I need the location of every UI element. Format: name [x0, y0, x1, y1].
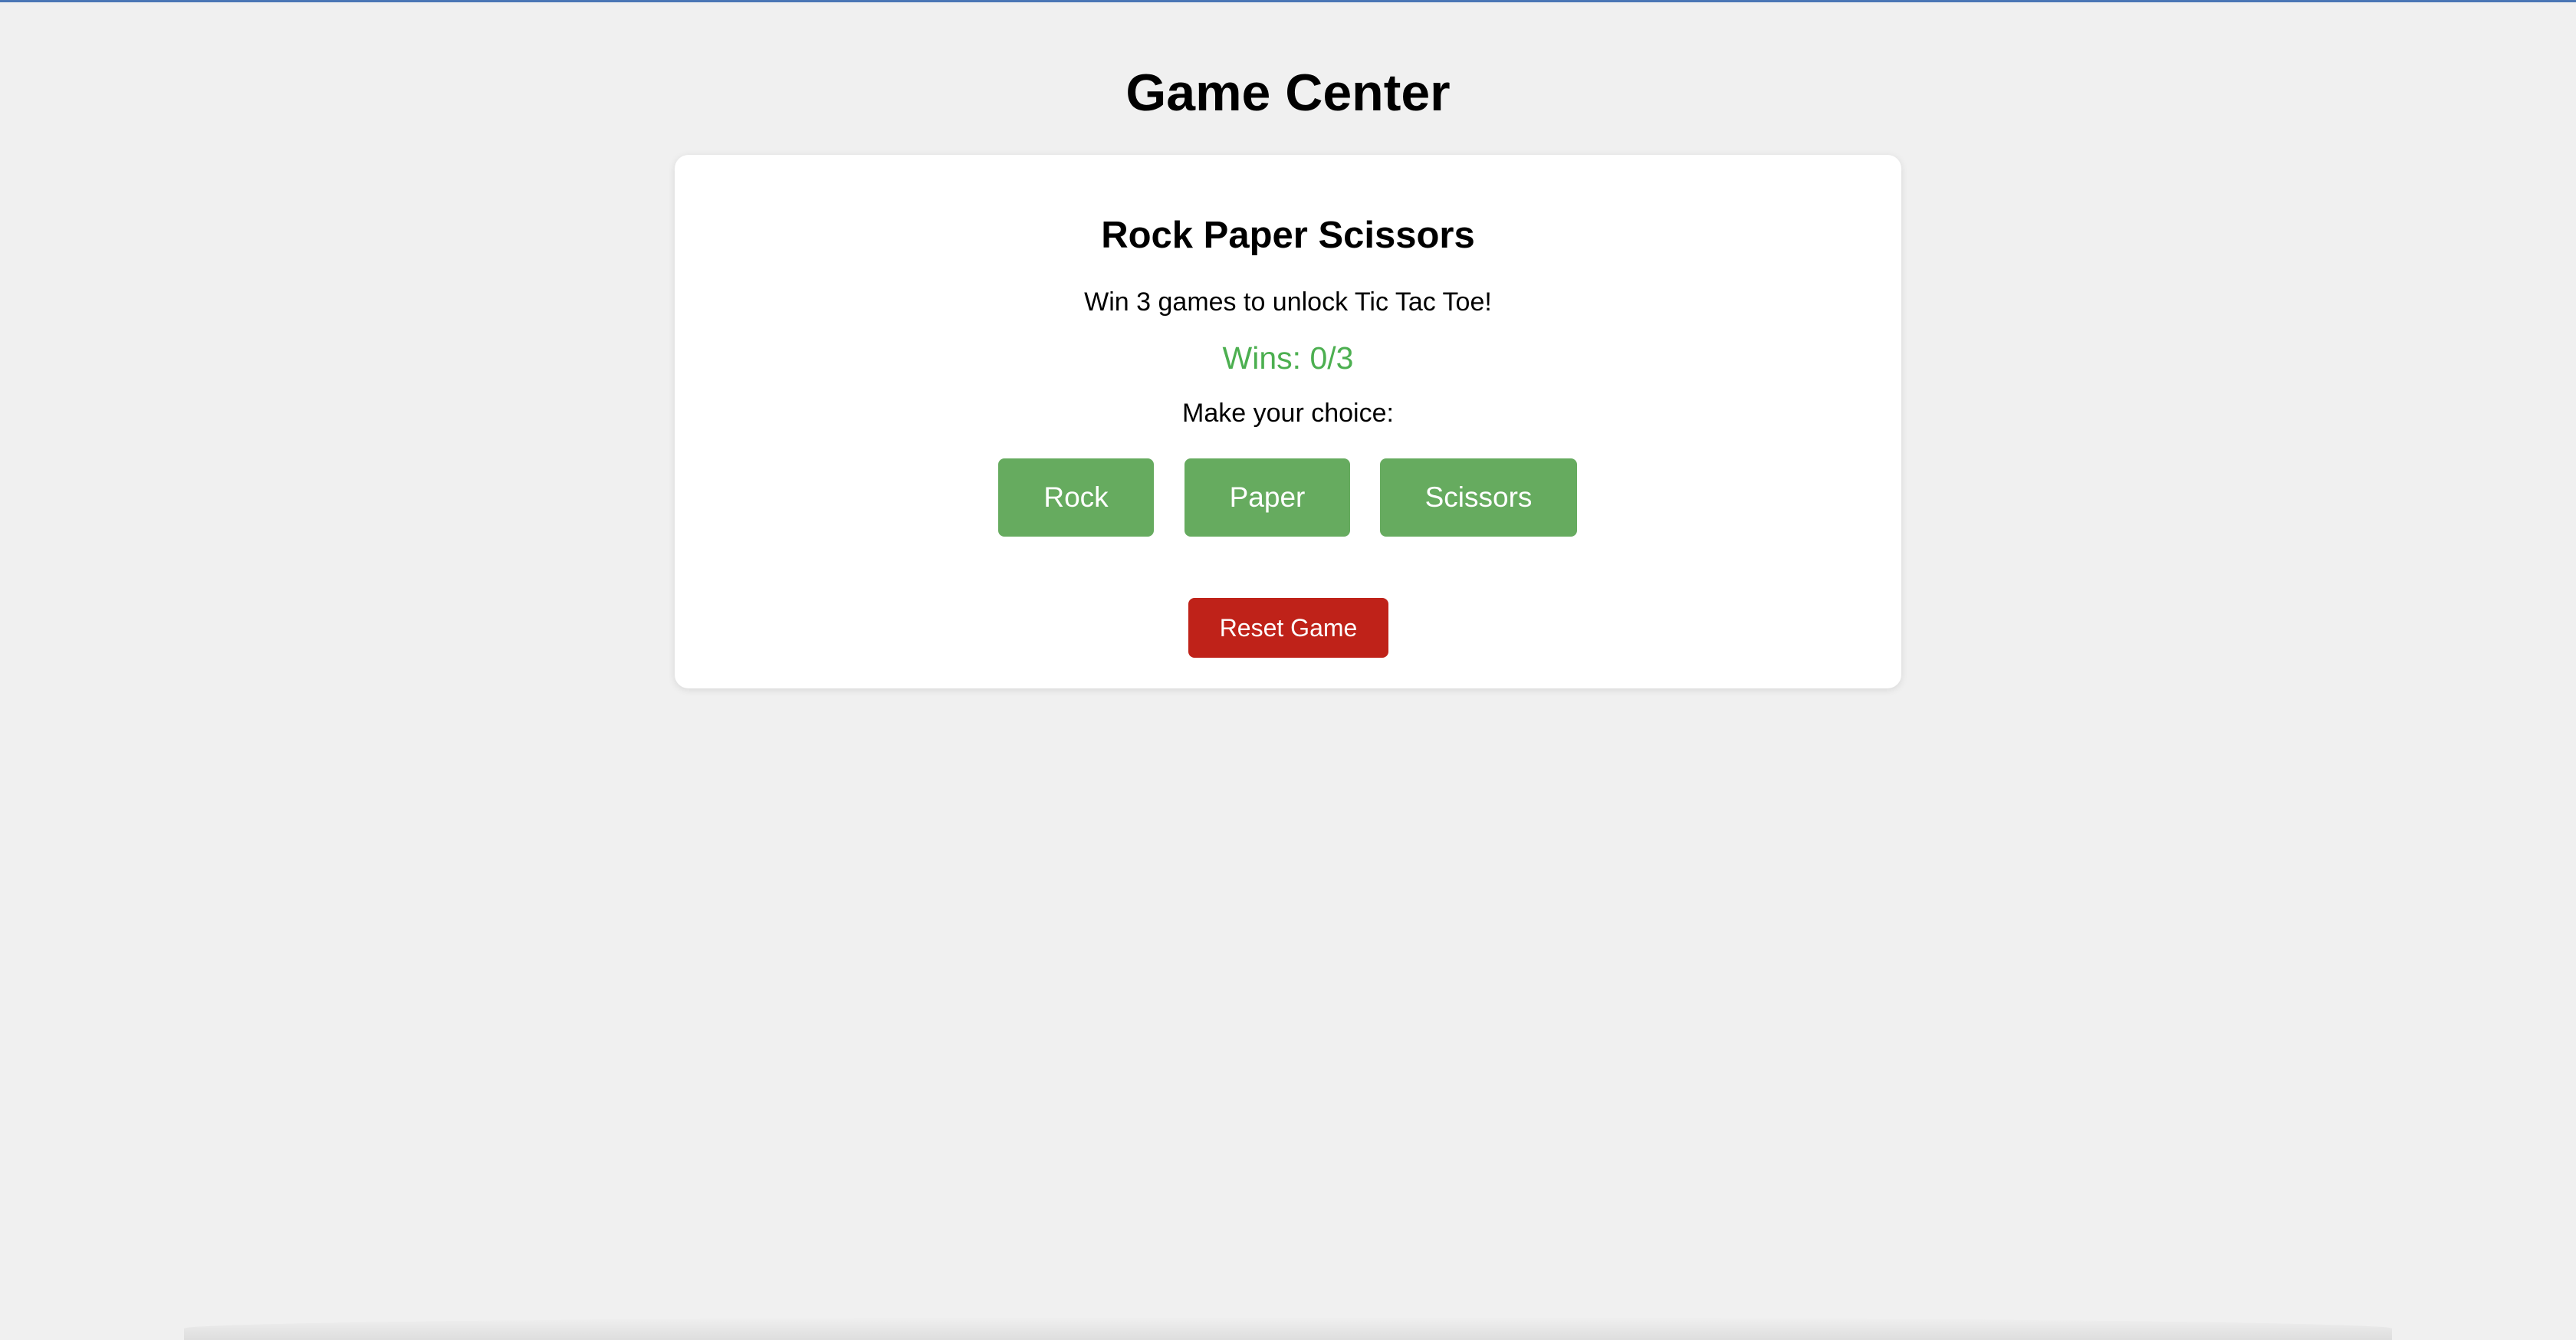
page-title: Game Center	[1125, 64, 1451, 122]
unlock-instructions: Win 3 games to unlock Tic Tac Toe!	[1084, 287, 1492, 317]
window-top-border	[0, 0, 2576, 2]
wins-counter: Wins: 0/3	[1222, 340, 1354, 376]
choice-prompt: Make your choice:	[1182, 399, 1394, 428]
game-title: Rock Paper Scissors	[1101, 215, 1475, 256]
rock-button[interactable]: Rock	[998, 458, 1154, 537]
bottom-shadow	[184, 1317, 2392, 1340]
reset-game-button[interactable]: Reset Game	[1188, 598, 1388, 658]
paper-button[interactable]: Paper	[1184, 458, 1350, 537]
scissors-button[interactable]: Scissors	[1380, 458, 1577, 537]
